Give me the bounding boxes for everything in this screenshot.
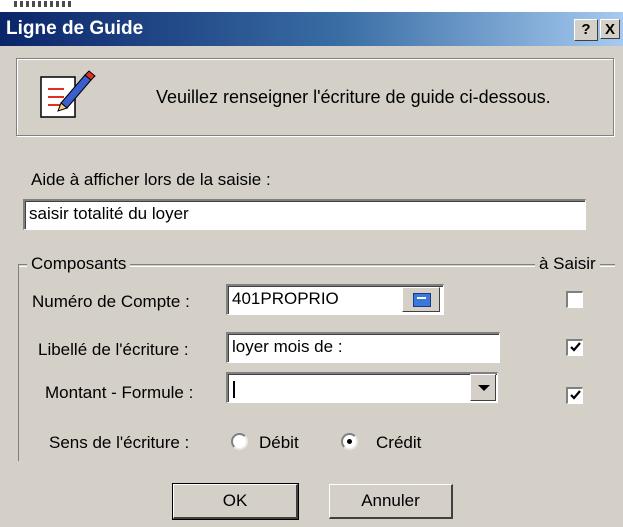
aide-label: Aide à afficher lors de la saisie : [31,170,271,189]
header-message: Veuillez renseigner l'écriture de guide … [156,87,551,107]
close-button[interactable]: X [600,19,620,39]
compte-a-saisir-checkbox[interactable] [566,291,583,308]
libelle-label: Libellé de l'écriture : [38,340,189,359]
radio-selected-dot [347,439,352,444]
background-window-fragment [14,1,74,7]
composants-group-label: Composants [27,254,131,274]
text-caret [233,381,235,398]
a-saisir-header: à Saisir [535,254,600,274]
montant-a-saisir-checkbox[interactable] [566,387,583,404]
compte-label: Numéro de Compte : [32,292,190,311]
edit-document-icon [37,69,99,126]
compte-lookup-button[interactable] [402,287,440,312]
cancel-button[interactable]: Annuler [329,484,453,519]
help-button[interactable]: ? [574,19,598,41]
credit-radio[interactable] [341,433,358,450]
libelle-a-saisir-checkbox[interactable] [566,339,583,356]
checkmark-icon [570,390,581,400]
montant-combo[interactable] [226,372,498,403]
montant-label: Montant - Formule : [45,383,194,402]
debit-radio-label[interactable]: Débit [259,433,299,453]
header-panel: Veuillez renseigner l'écriture de guide … [16,58,614,136]
background-window-strip [0,0,623,12]
debit-radio[interactable] [231,433,248,450]
title-bar[interactable]: Ligne de Guide ? X [0,12,623,46]
lookup-icon [413,293,431,307]
libelle-input[interactable]: loyer mois de : [226,332,500,363]
montant-dropdown-button[interactable] [470,374,496,401]
credit-radio-label[interactable]: Crédit [376,433,421,453]
sens-label: Sens de l'écriture : [49,433,190,452]
checkmark-icon [570,342,581,352]
window-title: Ligne de Guide [6,18,144,39]
aide-input[interactable]: saisir totalité du loyer [23,199,586,230]
ok-button[interactable]: OK [172,483,299,520]
